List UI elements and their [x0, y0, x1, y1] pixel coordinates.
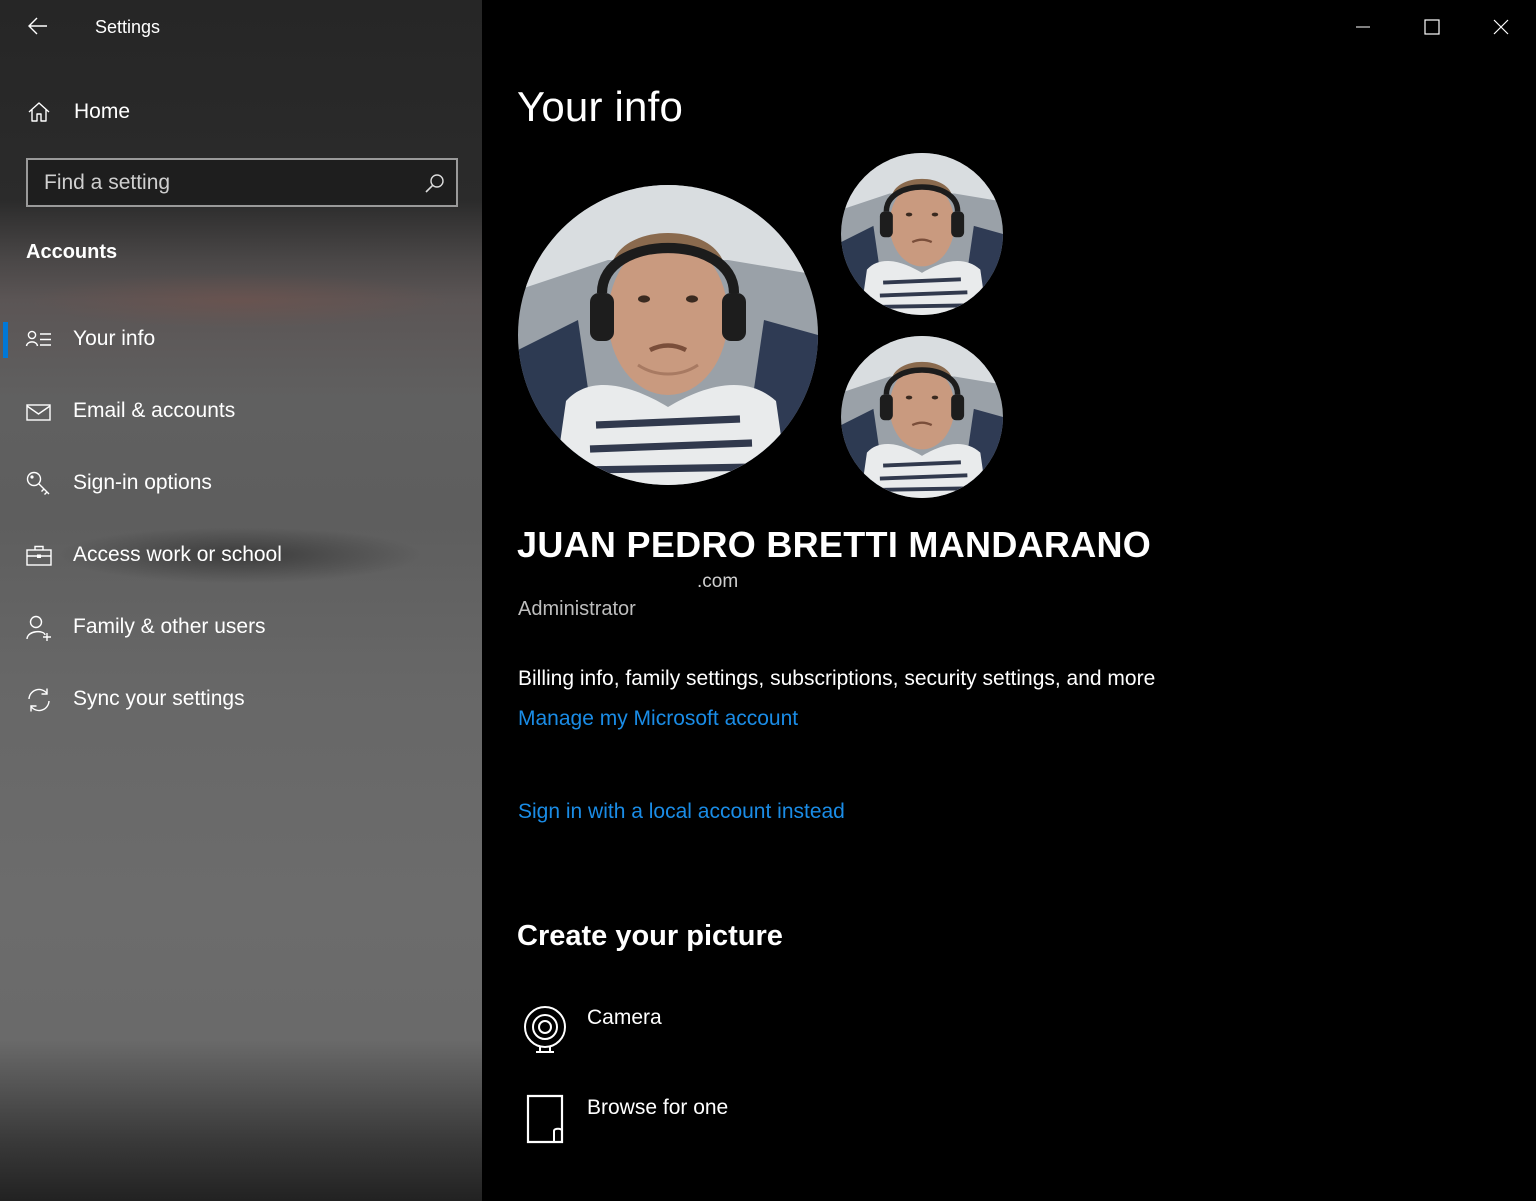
sidebar-item-your-info[interactable]: Your info — [0, 310, 482, 370]
app-title: Settings — [95, 17, 161, 37]
add-person-icon — [26, 615, 51, 641]
search-input[interactable] — [28, 160, 418, 205]
close-button[interactable] — [1466, 0, 1535, 54]
back-button[interactable] — [20, 10, 56, 42]
account-picture — [518, 185, 818, 485]
minimize-button[interactable] — [1328, 0, 1397, 54]
key-icon — [26, 471, 50, 495]
home-icon — [28, 102, 50, 122]
local-account-link[interactable]: Sign in with a local account instead — [518, 800, 845, 824]
webcam-icon — [524, 1006, 566, 1053]
sidebar-item-label: Your info — [73, 327, 156, 350]
sidebar-item-label: Access work or school — [73, 543, 282, 566]
file-icon — [526, 1094, 564, 1144]
user-role: Administrator — [518, 598, 636, 620]
sidebar-item-label: Email & accounts — [73, 399, 236, 422]
person-list-icon — [25, 330, 51, 347]
briefcase-icon — [26, 545, 52, 566]
sidebar-item-label: Family & other users — [73, 615, 266, 638]
accounts-heading: Accounts — [26, 241, 118, 263]
profile-photo — [841, 336, 1003, 498]
page-title: Your info — [517, 83, 684, 130]
maximize-button[interactable] — [1397, 0, 1466, 54]
manage-account-link[interactable]: Manage my Microsoft account — [518, 707, 798, 731]
sidebar-item-sync-settings[interactable]: Sync your settings — [0, 670, 482, 730]
search-box[interactable] — [26, 158, 458, 207]
sidebar-item-label: Sign-in options — [73, 471, 212, 494]
sidebar-item-access-work-school[interactable]: Access work or school — [0, 526, 482, 586]
camera-option[interactable]: Camera — [518, 1003, 918, 1063]
sidebar-item-sign-in-options[interactable]: Sign-in options — [0, 454, 482, 514]
search-icon[interactable] — [424, 172, 446, 194]
sidebar-item-label: Sync your settings — [73, 687, 245, 710]
user-email: .com — [697, 571, 739, 592]
profile-photo — [518, 185, 818, 485]
maximize-icon — [1423, 19, 1440, 35]
title-bar: Settings — [0, 0, 482, 54]
home-nav-item[interactable]: Home — [0, 88, 482, 134]
selection-indicator — [3, 322, 8, 358]
content-pane: Your info JUAN PEDRO BRETTI MANDARANO .c… — [482, 0, 1536, 1201]
profile-photo — [841, 153, 1003, 315]
navigation-pane: Settings Home Accounts Your info Email &… — [0, 0, 482, 1201]
back-arrow-icon — [28, 17, 47, 35]
minimize-icon — [1355, 26, 1370, 28]
sidebar-item-family-users[interactable]: Family & other users — [0, 598, 482, 658]
close-icon — [1493, 19, 1508, 35]
recent-picture-2[interactable] — [841, 336, 1003, 498]
sidebar-item-email-accounts[interactable]: Email & accounts — [0, 382, 482, 442]
recent-picture-1[interactable] — [841, 153, 1003, 315]
browse-option[interactable]: Browse for one — [518, 1093, 918, 1153]
envelope-icon — [26, 404, 51, 421]
camera-label: Camera — [587, 1006, 662, 1029]
sync-icon — [28, 688, 50, 712]
create-picture-heading: Create your picture — [517, 920, 783, 952]
home-label: Home — [74, 100, 131, 123]
browse-label: Browse for one — [587, 1096, 729, 1119]
billing-description: Billing info, family settings, subscript… — [518, 667, 1156, 690]
user-display-name: JUAN PEDRO BRETTI MANDARANO — [517, 524, 1152, 565]
